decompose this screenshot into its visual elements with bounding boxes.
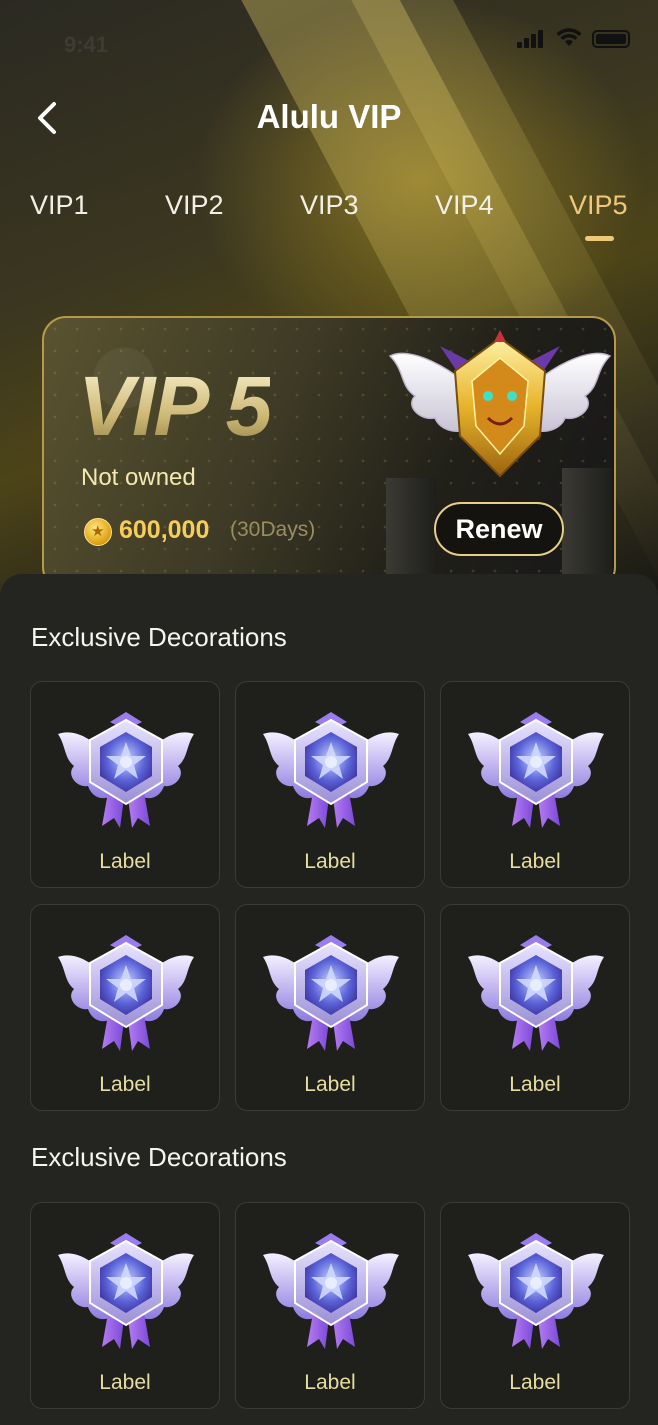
decoration-label: Label: [304, 850, 356, 873]
decoration-tile[interactable]: Label: [440, 904, 630, 1111]
wifi-icon: [556, 28, 582, 46]
winged-dragon-badge-icon: [388, 330, 612, 478]
decoration-label: Label: [509, 1371, 561, 1394]
decoration-tile[interactable]: Label: [235, 681, 425, 888]
winged-star-medal-icon: [58, 712, 194, 830]
vip-level-tabs: VIP1 VIP2 VIP3 VIP4 VIP5: [0, 190, 658, 250]
decoration-label: Label: [304, 1073, 356, 1096]
section-title: Exclusive Decorations: [31, 1142, 287, 1172]
winged-star-medal-icon: [263, 712, 399, 830]
decoration-tile[interactable]: Label: [235, 904, 425, 1111]
tab-vip5[interactable]: VIP5: [569, 190, 628, 221]
tab-vip4[interactable]: VIP4: [435, 190, 494, 221]
decoration-tile[interactable]: Label: [440, 1202, 630, 1409]
winged-star-medal-icon: [263, 1233, 399, 1351]
winged-star-medal-icon: [468, 935, 604, 1053]
tab-vip2[interactable]: VIP2: [165, 190, 224, 221]
winged-star-medal-icon: [263, 935, 399, 1053]
active-tab-indicator: [585, 236, 614, 241]
tab-vip1[interactable]: VIP1: [30, 190, 89, 221]
decoration-label: Label: [99, 850, 151, 873]
section-title: Exclusive Decorations: [31, 622, 287, 652]
battery-icon: [592, 30, 630, 48]
status-time: 9:41: [64, 32, 109, 57]
decoration-tile[interactable]: Label: [30, 1202, 220, 1409]
status-bar: 9:41: [0, 0, 658, 80]
decorations-sheet: Exclusive Decorations Label Label Label …: [0, 574, 658, 1425]
decoration-label: Label: [99, 1073, 151, 1096]
vip-membership-card: VIP 5 Not owned 600,000 (30Days) Renew: [42, 316, 616, 591]
tab-vip3[interactable]: VIP3: [300, 190, 359, 221]
decoration-tile[interactable]: Label: [30, 681, 220, 888]
ownership-status: Not owned: [81, 464, 196, 491]
decoration-tile[interactable]: Label: [440, 681, 630, 888]
decoration-label: Label: [304, 1371, 356, 1394]
decoration-label: Label: [509, 1073, 561, 1096]
decoration-label: Label: [509, 850, 561, 873]
coin-icon: [84, 518, 112, 546]
vip-price: 600,000: [119, 516, 210, 544]
page-title: Alulu VIP: [256, 98, 402, 135]
winged-star-medal-icon: [58, 935, 194, 1053]
vip-duration: (30Days): [230, 518, 316, 541]
decoration-tile[interactable]: Label: [235, 1202, 425, 1409]
winged-star-medal-icon: [58, 1233, 194, 1351]
decoration-label: Label: [99, 1371, 151, 1394]
decoration-tile[interactable]: Label: [30, 904, 220, 1111]
vip-level-title: VIP 5: [78, 359, 272, 453]
winged-star-medal-icon: [468, 712, 604, 830]
renew-button[interactable]: Renew: [434, 502, 564, 556]
cellular-signal-icon: [517, 30, 547, 48]
winged-star-medal-icon: [468, 1233, 604, 1351]
